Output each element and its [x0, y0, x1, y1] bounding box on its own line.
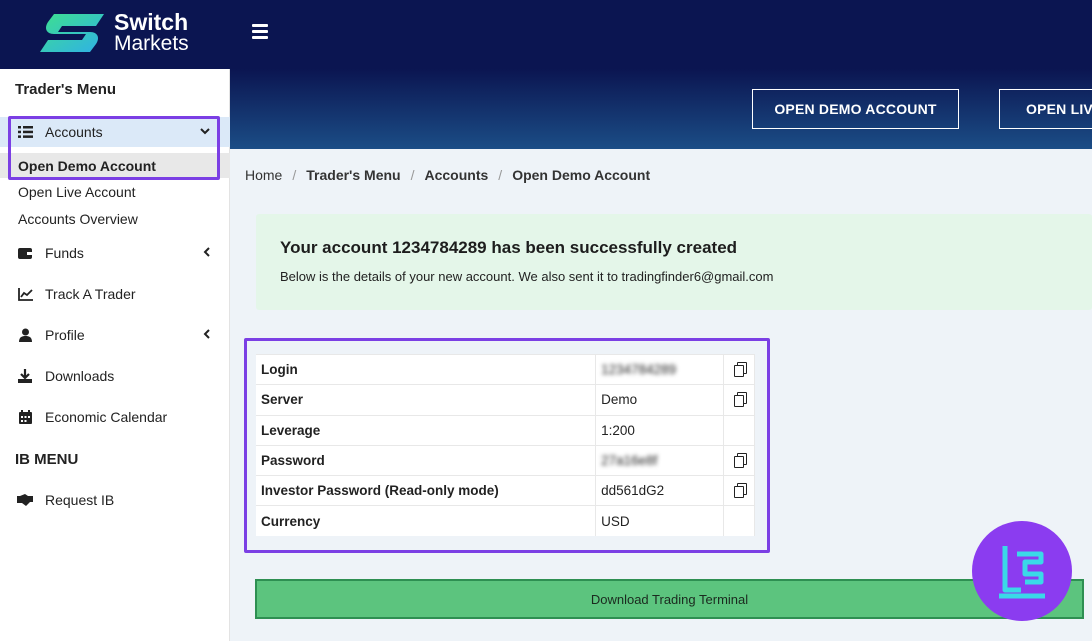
breadcrumb-current: Open Demo Account: [512, 167, 651, 183]
sidebar-item-label: Downloads: [45, 368, 115, 384]
table-row: Currency USD: [256, 505, 755, 537]
wallet-icon: [17, 245, 33, 261]
download-trading-terminal-button[interactable]: Download Trading Terminal: [255, 579, 1084, 619]
line-chart-icon: [17, 286, 33, 302]
open-live-account-button-clip: OPEN LIVE ACCOUNT: [999, 89, 1092, 129]
detail-label: Server: [256, 384, 597, 416]
breadcrumb-home[interactable]: Home: [245, 167, 282, 183]
traders-menu-heading: Trader's Menu: [15, 81, 117, 98]
copy-cell: [723, 384, 755, 416]
table-row: Leverage 1:200: [256, 414, 755, 446]
sidebar-item-profile[interactable]: Profile: [0, 320, 230, 350]
calendar-icon: [17, 409, 33, 425]
detail-value: 1234784289: [595, 353, 724, 385]
ib-menu-heading: IB MENU: [15, 451, 79, 468]
table-row: Password 27a16e8f: [256, 444, 755, 476]
download-icon: [17, 368, 33, 384]
copy-icon[interactable]: [733, 482, 747, 498]
table-row: Login 1234784289: [256, 353, 755, 385]
sidebar-subitem-open-live-account[interactable]: Open Live Account: [0, 179, 230, 204]
hamburger-menu-icon[interactable]: [252, 24, 268, 44]
sidebar-item-economic-calendar[interactable]: Economic Calendar: [0, 402, 230, 432]
page-banner: [230, 69, 1092, 149]
detail-label: Investor Password (Read-only mode): [256, 475, 597, 506]
chevron-left-icon: [203, 246, 210, 260]
sidebar-item-label: Request IB: [45, 492, 115, 508]
detail-value: dd561dG2: [595, 475, 724, 506]
open-demo-account-button[interactable]: OPEN DEMO ACCOUNT: [752, 89, 959, 129]
breadcrumb-separator: /: [410, 167, 415, 183]
table-row: Server Demo: [256, 384, 755, 416]
copy-icon[interactable]: [733, 452, 747, 468]
copy-cell: [723, 414, 755, 446]
open-live-account-button[interactable]: OPEN LIVE ACCOUNT: [999, 89, 1092, 129]
sidebar-item-downloads[interactable]: Downloads: [0, 361, 230, 391]
breadcrumb-accounts[interactable]: Accounts: [425, 167, 489, 183]
breadcrumb-separator: /: [292, 167, 297, 183]
brand-name-line1: Switch: [114, 9, 189, 35]
tradingfinder-logo-icon: [972, 521, 1072, 621]
detail-label: Password: [256, 444, 597, 476]
breadcrumb-traders-menu[interactable]: Trader's Menu: [306, 167, 400, 183]
highlight-box-accounts: [8, 116, 220, 180]
detail-label: Leverage: [256, 414, 597, 446]
handshake-icon: [17, 492, 33, 508]
switch-logo-icon: [38, 12, 110, 54]
account-details-table: Login 1234784289 Server Demo Leverage 1:200 Pa…: [256, 353, 755, 537]
sidebar-subitem-accounts-overview[interactable]: Accounts Overview: [0, 206, 230, 231]
sidebar-item-label: Track A Trader: [45, 286, 136, 302]
breadcrumb-separator: /: [498, 167, 503, 183]
success-alert: Your account 1234784289 has been success…: [256, 214, 1092, 310]
copy-cell: [723, 353, 755, 385]
table-row: Investor Password (Read-only mode) dd561d…: [256, 475, 755, 506]
copy-cell: [723, 475, 755, 506]
sidebar-item-track-a-trader[interactable]: Track A Trader: [0, 279, 230, 309]
brand-name-line2: Markets: [114, 32, 189, 55]
detail-value: USD: [595, 505, 724, 537]
copy-cell: [723, 505, 755, 537]
sidebar-item-label: Profile: [45, 327, 85, 343]
brand-logo[interactable]: Switch Markets: [38, 9, 189, 55]
detail-value: Demo: [595, 384, 724, 416]
breadcrumb: Home / Trader's Menu / Accounts / Open D…: [245, 167, 650, 183]
sidebar-item-request-ib[interactable]: Request IB: [0, 485, 230, 515]
sidebar-item-label: Economic Calendar: [45, 409, 168, 425]
copy-icon[interactable]: [733, 361, 747, 377]
chevron-left-icon: [203, 328, 210, 342]
detail-label: Login: [256, 353, 597, 385]
sidebar-item-funds[interactable]: Funds: [0, 238, 230, 268]
sidebar-item-label: Funds: [45, 245, 84, 261]
user-icon: [17, 327, 33, 343]
alert-title: Your account 1234784289 has been success…: [280, 238, 738, 257]
top-navbar: Switch Markets: [0, 0, 1092, 69]
copy-icon[interactable]: [733, 391, 747, 407]
detail-value: 1:200: [595, 414, 724, 446]
detail-label: Currency: [256, 505, 597, 537]
alert-subtitle: Below is the details of your new account…: [280, 269, 774, 284]
detail-value: 27a16e8f: [595, 444, 724, 476]
copy-cell: [723, 444, 755, 476]
